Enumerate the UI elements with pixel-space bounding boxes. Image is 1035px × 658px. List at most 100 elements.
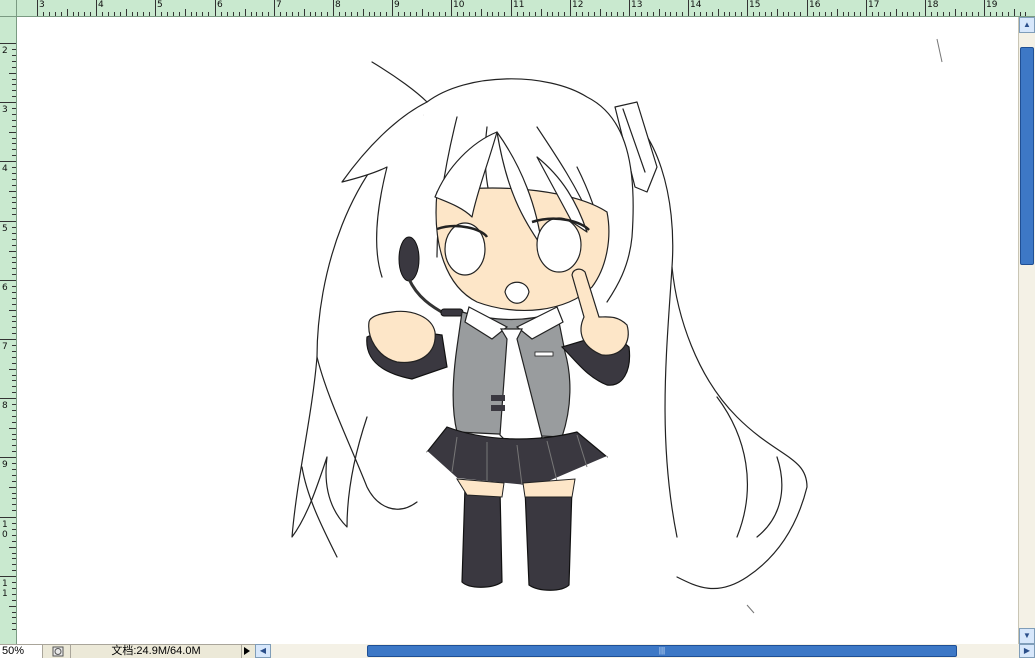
ruler-minor-tick xyxy=(345,12,346,16)
ruler-major-tick xyxy=(511,0,512,16)
ruler-minor-tick xyxy=(759,12,760,16)
ruler-origin[interactable] xyxy=(0,0,17,17)
ruler-minor-tick xyxy=(469,12,470,16)
ruler-minor-tick xyxy=(102,12,103,16)
ruler-label: 4 xyxy=(98,0,104,10)
arrow-down-icon[interactable]: ▼ xyxy=(1019,628,1035,644)
ruler-minor-tick xyxy=(919,12,920,16)
ruler-minor-tick xyxy=(12,274,16,275)
ruler-minor-tick xyxy=(694,12,695,16)
ruler-minor-tick xyxy=(12,463,16,464)
ruler-minor-tick xyxy=(682,12,683,16)
horizontal-scrollbar[interactable]: ◀ ||| ▶ xyxy=(255,644,1035,658)
ruler-minor-tick xyxy=(280,12,281,16)
ruler-minor-tick xyxy=(463,12,464,16)
ruler-minor-tick xyxy=(12,386,16,387)
ruler-label: 8 xyxy=(2,401,8,411)
ruler-minor-tick xyxy=(12,363,16,364)
ruler-minor-tick xyxy=(9,547,16,548)
ruler-minor-tick xyxy=(67,9,68,16)
triangle-right-icon[interactable] xyxy=(244,647,250,655)
zoom-level[interactable]: 50% xyxy=(0,645,43,658)
ruler-minor-tick xyxy=(439,12,440,16)
ruler-minor-tick xyxy=(558,12,559,16)
ruler-minor-tick xyxy=(706,12,707,16)
ruler-minor-tick xyxy=(386,12,387,16)
ruler-major-tick xyxy=(747,0,748,16)
ruler-minor-tick xyxy=(890,12,891,16)
ruler-major-tick xyxy=(215,0,216,16)
ruler-minor-tick xyxy=(227,12,228,16)
ruler-minor-tick xyxy=(12,629,16,630)
ruler-major-tick xyxy=(0,161,16,162)
ruler-minor-tick xyxy=(481,9,482,16)
vertical-ruler[interactable]: 2 3 4 5 6 7 8 9 10 11 xyxy=(0,17,17,644)
ruler-minor-tick xyxy=(374,12,375,16)
horizontal-ruler[interactable]: 3 4 5 6 7 8 9 10 11 12 13 14 15 16 17 18 19 xyxy=(0,0,1035,17)
ruler-major-tick xyxy=(866,0,867,16)
ruler-minor-tick xyxy=(185,9,186,16)
ruler-minor-tick xyxy=(173,12,174,16)
ruler-minor-tick xyxy=(659,9,660,16)
ruler-minor-tick xyxy=(12,410,16,411)
ruler-minor-tick xyxy=(860,12,861,16)
ruler-major-tick xyxy=(0,457,16,458)
ruler-minor-tick xyxy=(12,262,16,263)
ruler-minor-tick xyxy=(12,197,16,198)
ruler-major-tick xyxy=(451,0,452,16)
ruler-minor-tick xyxy=(606,12,607,16)
ruler-minor-tick xyxy=(12,327,16,328)
ruler-minor-tick xyxy=(523,12,524,16)
ruler-minor-tick xyxy=(12,535,16,536)
ruler-minor-tick xyxy=(315,12,316,16)
ruler-minor-tick xyxy=(931,12,932,16)
ruler-minor-tick xyxy=(12,173,16,174)
ruler-minor-tick xyxy=(221,12,222,16)
ruler-major-tick xyxy=(0,576,16,577)
document-size: 文档:24.9M/64.0M xyxy=(70,645,242,658)
ruler-minor-tick xyxy=(167,12,168,16)
ruler-minor-tick xyxy=(813,12,814,16)
ruler-minor-tick xyxy=(12,55,16,56)
ruler-minor-tick xyxy=(623,12,624,16)
vertical-scrollbar[interactable]: ▲ ▼ xyxy=(1018,17,1035,644)
ruler-minor-tick xyxy=(12,600,16,601)
ruler-minor-tick xyxy=(712,12,713,16)
ruler-minor-tick xyxy=(196,12,197,16)
ruler-label: 4 xyxy=(2,164,8,174)
ruler-minor-tick xyxy=(475,12,476,16)
ruler-minor-tick xyxy=(12,155,16,156)
ruler-minor-tick xyxy=(12,439,16,440)
ruler-major-tick xyxy=(0,221,16,222)
ruler-minor-tick xyxy=(310,12,311,16)
ruler-minor-tick xyxy=(800,12,801,16)
ruler-minor-tick xyxy=(1008,12,1009,16)
ruler-minor-tick xyxy=(831,12,832,16)
ruler-minor-tick xyxy=(955,9,956,16)
ruler-minor-tick xyxy=(996,12,997,16)
ruler-label: 7 xyxy=(2,342,8,352)
arrow-right-icon[interactable]: ▶ xyxy=(1019,644,1035,658)
ruler-minor-tick xyxy=(428,12,429,16)
ruler-minor-tick xyxy=(12,292,16,293)
arrow-left-icon[interactable]: ◀ xyxy=(255,644,271,658)
ruler-label: 16 xyxy=(809,0,821,10)
ruler-minor-tick xyxy=(12,594,16,595)
ruler-minor-tick xyxy=(735,12,736,16)
ruler-minor-tick xyxy=(670,12,671,16)
ruler-minor-tick xyxy=(12,541,16,542)
ruler-minor-tick xyxy=(492,12,493,16)
document-info-icon[interactable] xyxy=(50,645,66,658)
ruler-minor-tick xyxy=(12,245,16,246)
arrow-up-icon[interactable]: ▲ xyxy=(1019,17,1035,33)
document-canvas[interactable] xyxy=(17,17,1018,644)
vertical-scroll-thumb[interactable] xyxy=(1020,47,1034,265)
ruler-minor-tick xyxy=(12,96,16,97)
ruler-minor-tick xyxy=(9,73,16,74)
horizontal-scroll-thumb[interactable]: ||| xyxy=(367,645,957,657)
ruler-minor-tick xyxy=(339,12,340,16)
ruler-minor-tick xyxy=(12,304,16,305)
ruler-minor-tick xyxy=(1014,9,1015,16)
ruler-minor-tick xyxy=(729,12,730,16)
ruler-label: 9 xyxy=(394,0,400,10)
